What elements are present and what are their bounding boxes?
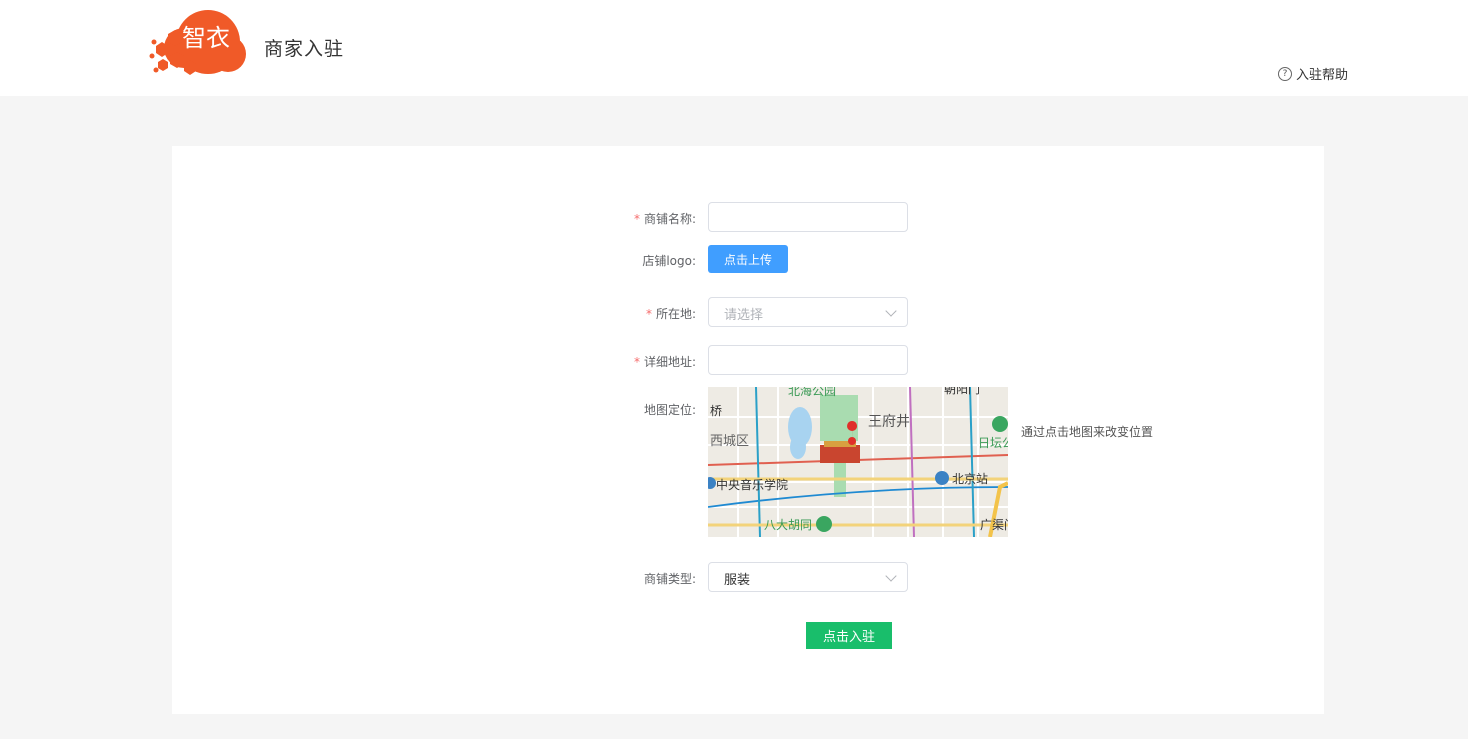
svg-text:北京站: 北京站 bbox=[952, 472, 988, 486]
map-row: 地图定位: 北海公园 王府井 西城区 日坛 北京站 中央音乐学院 八大胡同 广渠… bbox=[172, 387, 1324, 537]
required-mark: * bbox=[645, 307, 652, 321]
location-row: * 所在地: 请选择 bbox=[172, 297, 1324, 327]
shop-type-label: 商铺类型: bbox=[643, 572, 696, 586]
map-label: 地图定位: bbox=[643, 403, 696, 417]
location-select[interactable]: 请选择 bbox=[708, 297, 908, 327]
svg-text:广渠门: 广渠门 bbox=[980, 517, 1008, 532]
required-mark: * bbox=[633, 212, 640, 226]
shop-type-select[interactable]: 服装 bbox=[708, 562, 908, 592]
svg-text:王府井: 王府井 bbox=[868, 414, 910, 430]
question-icon: ? bbox=[1277, 66, 1292, 81]
chevron-down-icon bbox=[885, 305, 897, 317]
top-header: 智衣 商家入驻 ? 入驻帮助 bbox=[0, 0, 1468, 96]
upload-button[interactable]: 点击上传 bbox=[708, 245, 788, 273]
shop-logo-row: 店铺logo: 点击上传 bbox=[172, 245, 1324, 273]
svg-text:日坛公: 日坛公 bbox=[978, 436, 1008, 450]
help-label: 入驻帮助 bbox=[1295, 68, 1348, 83]
shop-name-row: * 商铺名称: bbox=[172, 202, 1324, 232]
shop-type-row: 商铺类型: 服装 bbox=[172, 562, 1324, 592]
svg-text:朝阳门: 朝阳门 bbox=[944, 387, 980, 396]
shop-name-label: * 商铺名称: bbox=[633, 212, 696, 226]
address-input[interactable] bbox=[708, 345, 908, 375]
shop-logo-label: 店铺logo: bbox=[642, 254, 696, 268]
svg-text:桥: 桥 bbox=[710, 404, 722, 418]
address-row: * 详细地址: bbox=[172, 345, 1324, 375]
location-label: * 所在地: bbox=[645, 307, 696, 321]
svg-text:中央音乐学院: 中央音乐学院 bbox=[716, 477, 788, 492]
page-title: 商家入驻 bbox=[264, 38, 345, 60]
registration-card: * 商铺名称: 店铺logo: 点击上传 * 所在地: 请选择 * 详细地址: 地图定… bbox=[172, 146, 1324, 714]
required-mark: * bbox=[633, 355, 640, 369]
zhiyi-logo: 智衣 bbox=[149, 10, 246, 75]
address-label: * 详细地址: bbox=[633, 355, 696, 369]
submit-button[interactable]: 点击入驻 bbox=[806, 622, 892, 649]
chevron-down-icon bbox=[885, 570, 897, 582]
logo-text: 智衣 bbox=[182, 24, 230, 52]
map-hint: 通过点击地图来改变位置 bbox=[1021, 425, 1154, 439]
location-map[interactable]: 北海公园 王府井 西城区 日坛公 北京站 中央音乐学院 八大胡同 广渠门 桥 朝… bbox=[708, 387, 1008, 537]
svg-text:北海公园: 北海公园 bbox=[788, 387, 836, 398]
help-link[interactable]: ? 入驻帮助 bbox=[1277, 64, 1348, 83]
svg-text:八大胡同: 八大胡同 bbox=[764, 518, 812, 532]
shop-type-value: 服装 bbox=[724, 573, 751, 588]
shop-name-input[interactable] bbox=[708, 202, 908, 232]
svg-text:西城区: 西城区 bbox=[710, 434, 749, 449]
location-placeholder: 请选择 bbox=[724, 308, 764, 323]
